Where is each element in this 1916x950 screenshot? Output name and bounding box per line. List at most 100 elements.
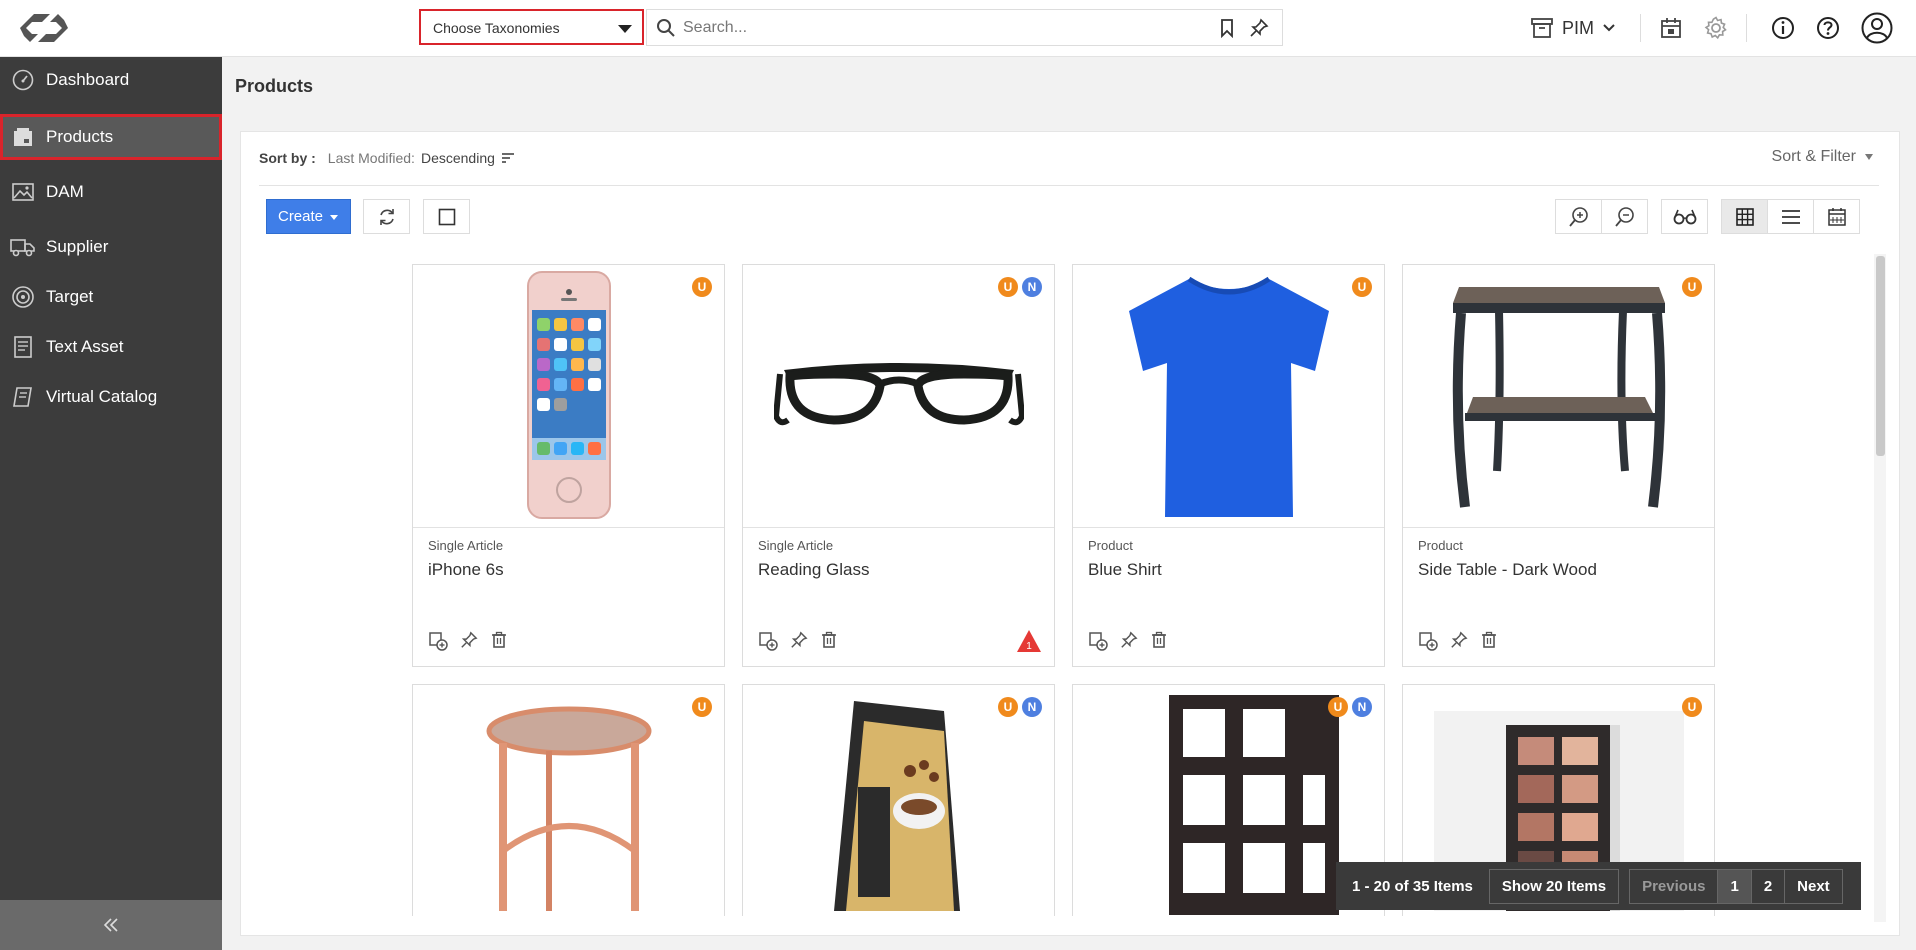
badge-group: U N: [1328, 697, 1372, 717]
product-type: Product: [1418, 538, 1463, 553]
info-icon[interactable]: [1768, 13, 1798, 43]
workspace-switcher[interactable]: PIM: [1530, 14, 1616, 42]
copy-add-icon[interactable]: [758, 631, 778, 651]
zoom-in-button[interactable]: [1555, 199, 1602, 234]
search-input[interactable]: [683, 14, 1183, 41]
badge-group: U: [692, 277, 712, 297]
product-image-phone: [413, 265, 724, 527]
gear-icon[interactable]: [1701, 13, 1731, 43]
list-view-button[interactable]: [1767, 199, 1814, 234]
pin-icon[interactable]: [1120, 631, 1138, 651]
taxonomy-select[interactable]: Choose Taxonomies: [419, 9, 644, 45]
toolbar-divider: [1640, 14, 1641, 42]
sort-by-bar: Sort by : Last Modified: Descending: [259, 150, 515, 166]
next-page-button[interactable]: Next: [1785, 870, 1842, 903]
refresh-button[interactable]: [363, 199, 410, 234]
product-card[interactable]: U N Single Article Reading Glass 1: [742, 264, 1055, 667]
app-logo[interactable]: [20, 10, 68, 46]
product-name[interactable]: Blue Shirt: [1088, 560, 1162, 580]
product-image-side-table: [1403, 265, 1714, 527]
product-type: Single Article: [428, 538, 504, 553]
badge-group: U: [1682, 697, 1702, 717]
copy-add-icon[interactable]: [1088, 631, 1108, 651]
product-name[interactable]: Reading Glass: [758, 560, 870, 580]
pagination-bar: 1 - 20 of 35 Items Show 20 Items Previou…: [1336, 862, 1861, 910]
bookmark-icon[interactable]: [1217, 18, 1237, 38]
card-divider: [1403, 527, 1714, 528]
calendar-box-icon[interactable]: [1656, 13, 1686, 43]
document-icon: [0, 335, 46, 359]
items-per-page-button[interactable]: Show 20 Items: [1488, 868, 1620, 904]
help-icon[interactable]: [1813, 13, 1843, 43]
list-icon: [1781, 208, 1801, 226]
sort-by-label: Sort by :: [259, 150, 316, 166]
product-image-glasses: [743, 265, 1054, 527]
product-card[interactable]: U: [412, 684, 725, 916]
product-type: Single Article: [758, 538, 834, 553]
zoom-out-button[interactable]: [1601, 199, 1648, 234]
sidebar-item-label: Dashboard: [46, 70, 130, 89]
card-actions: [1088, 631, 1168, 651]
calendar-view-button[interactable]: [1813, 199, 1860, 234]
status-badge-u: U: [692, 697, 712, 717]
refresh-icon: [377, 207, 397, 227]
product-name[interactable]: Side Table - Dark Wood: [1418, 560, 1597, 580]
sidebar-item-dashboard[interactable]: Dashboard: [0, 57, 222, 103]
status-badge-u: U: [1352, 277, 1372, 297]
copy-add-icon[interactable]: [428, 631, 448, 651]
trash-icon[interactable]: [1150, 631, 1168, 651]
scrollbar-thumb[interactable]: [1876, 256, 1885, 456]
sort-descending-icon[interactable]: [501, 152, 515, 164]
pin-icon[interactable]: [460, 631, 478, 651]
pin-icon[interactable]: [1450, 631, 1468, 651]
previous-page-button[interactable]: Previous: [1630, 869, 1719, 903]
truck-icon: [0, 236, 46, 258]
card-actions: [428, 631, 508, 651]
calendar-icon: [1827, 207, 1847, 227]
sidebar-item-products[interactable]: Products: [0, 114, 222, 160]
sidebar-item-label: DAM: [46, 182, 84, 201]
pin-icon[interactable]: [790, 631, 808, 651]
page-button-1[interactable]: 1: [1718, 869, 1752, 903]
page-title: Products: [235, 76, 314, 96]
zoom-out-icon: [1614, 206, 1636, 228]
card-divider: [743, 527, 1054, 528]
sidebar-item-supplier[interactable]: Supplier: [0, 224, 222, 270]
copy-add-icon[interactable]: [1418, 631, 1438, 651]
preview-button[interactable]: [1661, 199, 1708, 234]
product-card[interactable]: U Product Blue Shirt: [1072, 264, 1385, 667]
sidebar-item-label: Text Asset: [46, 337, 124, 356]
product-image-coffee: [743, 685, 1054, 917]
sort-direction[interactable]: Descending: [421, 150, 495, 166]
pin-icon[interactable]: [1249, 18, 1269, 38]
trash-icon[interactable]: [1480, 631, 1498, 651]
target-icon: [0, 285, 46, 309]
toolbar-divider: [1746, 14, 1747, 42]
sidebar-item-dam[interactable]: DAM: [0, 169, 222, 215]
product-name[interactable]: iPhone 6s: [428, 560, 504, 580]
sidebar-item-label: Target: [46, 287, 94, 306]
product-card[interactable]: U Single Article iPhone 6s: [412, 264, 725, 667]
caret-down-icon: [618, 25, 632, 33]
pagination-info: 1 - 20 of 35 Items: [1352, 877, 1473, 895]
grid-view-button[interactable]: [1721, 199, 1768, 234]
product-card[interactable]: U Product Side Table - Dark Wood: [1402, 264, 1715, 667]
user-avatar-icon[interactable]: [1860, 11, 1894, 45]
create-button[interactable]: Create: [266, 199, 351, 234]
status-badge-n: N: [1022, 697, 1042, 717]
sidebar-item-label: Products: [46, 127, 114, 146]
sidebar-item-text-asset[interactable]: Text Asset: [0, 324, 222, 370]
sort-filter-toggle[interactable]: Sort & Filter: [1772, 148, 1874, 166]
chevron-down-icon: [1602, 23, 1616, 33]
trash-icon[interactable]: [820, 631, 838, 651]
sidebar-item-virtual-catalog[interactable]: Virtual Catalog: [0, 374, 222, 420]
product-card[interactable]: U N: [742, 684, 1055, 916]
page-button-2[interactable]: 2: [1752, 869, 1786, 903]
warning-icon[interactable]: 1: [1016, 629, 1042, 653]
select-all-button[interactable]: [423, 199, 470, 234]
status-badge-n: N: [1022, 277, 1042, 297]
sidebar-item-target[interactable]: Target: [0, 274, 222, 320]
sidebar-collapse-button[interactable]: [0, 900, 222, 950]
trash-icon[interactable]: [490, 631, 508, 651]
caret-down-icon: [1864, 153, 1874, 161]
